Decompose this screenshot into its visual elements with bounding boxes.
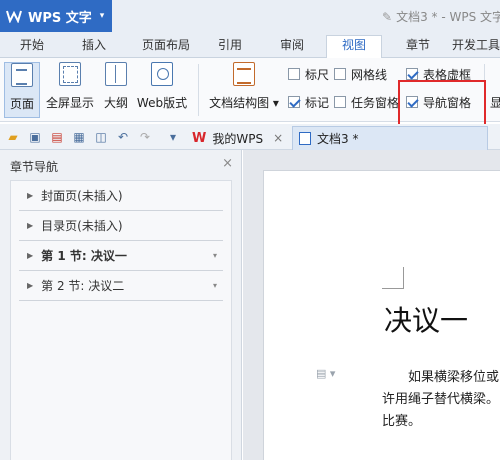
app-name: WPS 文字 <box>28 10 92 26</box>
nav-pane-title: 章节导航 <box>10 160 59 174</box>
tab-sections[interactable]: 章节 <box>396 36 440 58</box>
doc-structure-button[interactable]: 文档结构图 ▾ <box>206 62 282 118</box>
tab-start[interactable]: 开始 <box>10 36 54 58</box>
markup-checkbox[interactable]: 标记 <box>288 94 329 110</box>
open-folder-icon[interactable]: ▰ <box>6 130 20 144</box>
ribbon-separator <box>198 64 199 116</box>
document-icon <box>299 132 311 145</box>
tab-developer[interactable]: 开发工具 <box>452 36 500 58</box>
table-gridlines-checkbox-box <box>406 68 418 80</box>
expand-triangle-icon[interactable]: ▶ <box>27 191 33 200</box>
chevron-down-icon[interactable]: ▾ <box>213 281 217 290</box>
web-layout-label: Web版式 <box>136 96 188 110</box>
customize-toolbar-icon[interactable]: ▾ <box>166 130 180 144</box>
tab-page-layout[interactable]: 页面布局 <box>134 36 198 58</box>
nav-item-label: 第 1 节: 决议一 <box>41 249 127 263</box>
doc-tab-document3-label: 文档3 * <box>317 132 359 146</box>
web-layout-button[interactable]: Web版式 <box>134 62 190 118</box>
expand-triangle-icon[interactable]: ▶ <box>27 251 33 260</box>
task-pane-checkbox[interactable]: 任务窗格 <box>334 94 399 110</box>
close-icon[interactable]: × <box>273 131 283 145</box>
body-line-2: 许用绳子替代横梁。 <box>382 392 500 407</box>
doc-tab-document3[interactable]: 文档3 * <box>292 126 488 150</box>
markup-label: 标记 <box>305 95 330 110</box>
wps-brand-icon: W <box>192 130 207 146</box>
expand-triangle-icon[interactable]: ▶ <box>27 281 33 290</box>
nav-item-label: 封面页(未插入) <box>41 189 123 203</box>
nav-item-section-1[interactable]: ▶ 第 1 节: 决议一 ▾ <box>19 241 223 271</box>
tab-references[interactable]: 引用 <box>210 36 250 58</box>
ribbon-overflow-item[interactable]: 显 <box>490 94 500 110</box>
menu-bar: 开始 插入 页面布局 引用 审阅 视图 章节 开发工具 <box>0 32 500 59</box>
nav-item-label: 目录页(未插入) <box>41 219 123 233</box>
nav-list: ▶ 封面页(未插入) ▶ 目录页(未插入) ▶ 第 1 节: 决议一 ▾ ▶ 第… <box>10 180 232 460</box>
doc-structure-icon <box>233 62 255 86</box>
tab-insert[interactable]: 插入 <box>72 36 116 58</box>
outline-icon <box>105 62 127 86</box>
window-title-text: 文档3 * - WPS 文字 <box>396 10 500 24</box>
body-line-3: 比赛。 <box>382 414 422 429</box>
document-body: 如果横梁移位或 许用绳子替代横梁。 比赛。 <box>382 367 500 433</box>
nav-item-label: 第 2 节: 决议二 <box>41 279 125 293</box>
outline-label: 大纲 <box>103 96 128 110</box>
fullscreen-button[interactable]: 全屏显示 <box>44 62 96 118</box>
close-icon[interactable]: × <box>222 156 233 171</box>
wps-logo-icon <box>6 9 22 24</box>
body-line-1: 如果横梁移位或 <box>408 370 500 385</box>
expand-triangle-icon[interactable]: ▶ <box>27 221 33 230</box>
edit-pen-icon: ✎ <box>382 10 393 24</box>
ruler-checkbox[interactable]: 标尺 <box>288 66 329 82</box>
print-preview-icon[interactable]: ◫ <box>94 130 108 144</box>
gridlines-label: 网格线 <box>351 67 388 82</box>
chevron-down-icon: ▾ <box>99 11 105 21</box>
markup-checkbox-box <box>288 96 300 108</box>
fullscreen-icon <box>59 62 81 86</box>
redo-icon[interactable]: ↷ <box>138 130 152 144</box>
tab-view[interactable]: 视图 <box>326 35 382 59</box>
chevron-down-icon[interactable]: ▾ <box>213 251 217 260</box>
margin-corner-mark <box>382 267 404 289</box>
section-navigation-pane: 章节导航 × ▶ 封面页(未插入) ▶ 目录页(未插入) ▶ 第 1 节: 决议… <box>0 150 242 460</box>
doc-structure-label: 文档结构图 ▾ <box>209 96 279 110</box>
doc-tab-my-wps[interactable]: W 我的WPS × <box>186 126 289 150</box>
outline-button[interactable]: 大纲 <box>100 62 132 118</box>
document-page[interactable]: 决议一 ▤ ▾ 如果横梁移位或 许用绳子替代横梁。 比赛。 <box>263 170 500 460</box>
page-view-button[interactable]: 页面 <box>4 62 40 118</box>
app-menu-button[interactable]: WPS 文字 ▾ <box>0 0 112 32</box>
doc-tab-my-wps-label: 我的WPS <box>212 131 264 146</box>
fullscreen-label: 全屏显示 <box>45 96 94 110</box>
paragraph-options-icon[interactable]: ▤ ▾ <box>316 367 335 380</box>
page-view-icon <box>11 63 33 87</box>
tab-review[interactable]: 审阅 <box>270 36 314 58</box>
save-icon[interactable]: ▣ <box>28 130 42 144</box>
window-title: ✎ 文档3 * - WPS 文字 <box>382 8 500 25</box>
ruler-label: 标尺 <box>305 67 330 82</box>
nav-item-cover-page[interactable]: ▶ 封面页(未插入) <box>19 181 223 211</box>
export-pdf-icon[interactable]: ▤ <box>50 130 64 144</box>
ruler-checkbox-box <box>288 68 300 80</box>
task-pane-checkbox-box <box>334 96 346 108</box>
gridlines-checkbox-box <box>334 68 346 80</box>
nav-item-toc-page[interactable]: ▶ 目录页(未插入) <box>19 211 223 241</box>
document-heading: 决议一 <box>384 304 469 337</box>
nav-item-section-2[interactable]: ▶ 第 2 节: 决议二 ▾ <box>19 271 223 301</box>
title-bar: WPS 文字 ▾ ✎ 文档3 * - WPS 文字 <box>0 0 500 32</box>
gridlines-checkbox[interactable]: 网格线 <box>334 66 387 82</box>
page-view-label: 页面 <box>9 97 34 111</box>
task-pane-label: 任务窗格 <box>351 95 400 110</box>
web-layout-icon <box>151 62 173 86</box>
undo-icon[interactable]: ↶ <box>116 130 130 144</box>
document-area: 决议一 ▤ ▾ 如果横梁移位或 许用绳子替代横梁。 比赛。 <box>243 150 500 460</box>
print-icon[interactable]: ▦ <box>72 130 86 144</box>
quick-access-bar: ▰ ▣ ▤ ▦ ◫ ↶ ↷ ▾ W 我的WPS × 文档3 * <box>0 124 500 150</box>
